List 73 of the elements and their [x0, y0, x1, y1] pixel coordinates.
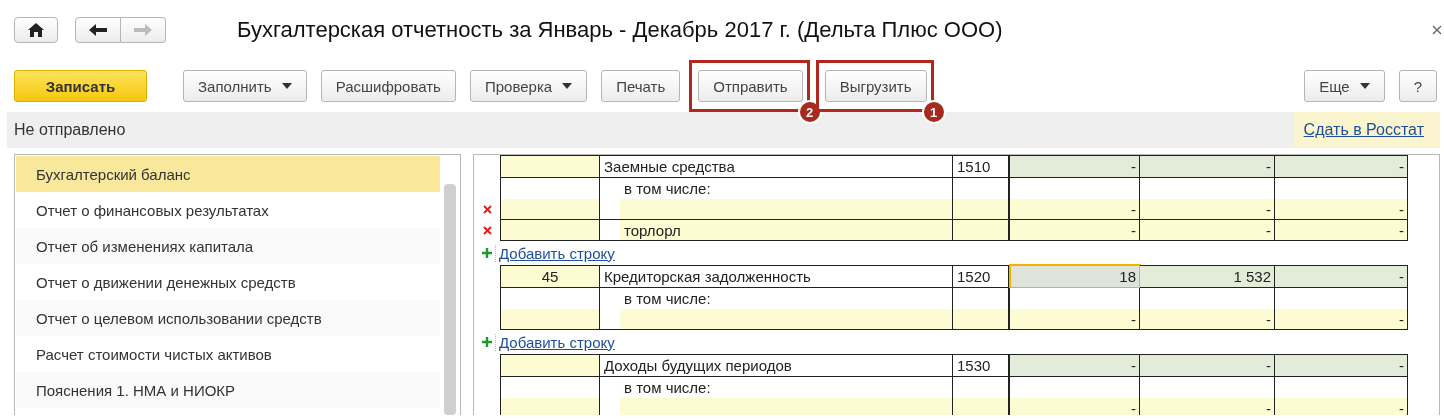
- value-cell[interactable]: -: [1275, 265, 1408, 288]
- code-cell: 1520: [953, 265, 1010, 288]
- value-cell[interactable]: -: [1140, 377, 1275, 415]
- row-number-cell[interactable]: 45: [500, 265, 600, 288]
- value-cell[interactable]: -: [1140, 155, 1275, 178]
- indicator-name-cell[interactable]: торлорл: [600, 220, 953, 241]
- delete-icon[interactable]: [482, 226, 492, 235]
- delete-icon[interactable]: [482, 205, 492, 214]
- indicator-name-cell[interactable]: в том числе:: [600, 178, 953, 220]
- home-icon: [28, 23, 44, 37]
- value-cell[interactable]: -: [1140, 288, 1275, 330]
- value-cell[interactable]: -: [1275, 288, 1408, 330]
- row-number-cell[interactable]: [500, 288, 600, 330]
- back-button[interactable]: [75, 17, 121, 43]
- dropdown-button[interactable]: Заполнить: [183, 70, 307, 102]
- window-title: Бухгалтерская отчетность за Январь - Декабрь 2017 г. (Дельта Плюс ООО): [237, 17, 1003, 43]
- save-button[interactable]: Записать: [14, 70, 147, 102]
- back-arrow-icon: [89, 24, 107, 36]
- value-cell[interactable]: -: [1010, 354, 1140, 377]
- value-cell[interactable]: -: [1010, 220, 1140, 241]
- row-number-cell[interactable]: [500, 220, 600, 241]
- dropdown-button[interactable]: Проверка: [469, 70, 588, 102]
- value-cell[interactable]: -: [1140, 354, 1275, 377]
- indicator-name-cell: Заемные средства: [600, 155, 953, 178]
- close-icon[interactable]: [1432, 25, 1442, 35]
- add-row-link[interactable]: Добавить строку: [495, 333, 615, 351]
- value-cell[interactable]: -: [1275, 354, 1408, 377]
- caret-icon: [1359, 83, 1370, 89]
- value-cell[interactable]: -: [1010, 155, 1140, 178]
- caret-icon: [281, 83, 292, 89]
- rosstat-link[interactable]: Сдать в Росстат: [1293, 112, 1440, 148]
- code-cell[interactable]: [953, 377, 1010, 415]
- toolbar-button[interactable]: Отправить: [698, 70, 803, 102]
- report-list-item[interactable]: Отчет об изменениях капитала: [16, 228, 440, 264]
- caret-icon: [562, 83, 573, 89]
- add-row-link[interactable]: Добавить строку: [495, 244, 615, 262]
- value-cell[interactable]: 1 532: [1140, 265, 1275, 288]
- home-button[interactable]: [14, 17, 58, 43]
- value-cell[interactable]: -: [1010, 377, 1140, 415]
- row-number-cell[interactable]: [500, 354, 600, 377]
- code-cell[interactable]: [953, 220, 1010, 241]
- code-cell[interactable]: [953, 178, 1010, 220]
- indicator-name-cell: Доходы будущих периодов: [600, 354, 953, 377]
- indicator-name-cell[interactable]: в том числе:: [600, 288, 953, 330]
- value-cell[interactable]: -: [1140, 220, 1275, 241]
- row-number-cell[interactable]: [500, 178, 600, 220]
- callout-badge: 1: [921, 100, 946, 124]
- row-number-cell[interactable]: [500, 155, 600, 178]
- toolbar-button[interactable]: ?: [1398, 70, 1437, 102]
- plus-icon[interactable]: [482, 248, 492, 258]
- value-cell[interactable]: -: [1275, 178, 1408, 220]
- report-list-item[interactable]: Отчет о целевом использовании средств: [16, 300, 440, 336]
- report-list-item[interactable]: Пояснения 1. НМА и НИОКР: [16, 372, 440, 408]
- value-cell[interactable]: -: [1010, 288, 1140, 330]
- value-cell[interactable]: -: [1275, 155, 1408, 178]
- dropdown-button[interactable]: Еще: [1304, 70, 1385, 102]
- toolbar-button[interactable]: Расшифровать: [320, 70, 456, 102]
- status-text: Не отправлено: [13, 120, 127, 140]
- row-number-cell[interactable]: [500, 377, 600, 415]
- code-cell: 1530: [953, 354, 1010, 377]
- code-cell[interactable]: [953, 288, 1010, 330]
- value-cell[interactable]: -: [1140, 178, 1275, 220]
- forward-arrow-icon: [134, 24, 152, 36]
- report-list-item[interactable]: Бухгалтерский баланс: [16, 156, 440, 192]
- toolbar-button[interactable]: Выгрузить: [824, 70, 927, 102]
- value-cell[interactable]: -: [1275, 220, 1408, 241]
- code-cell: 1510: [953, 155, 1010, 178]
- value-cell[interactable]: -: [1275, 377, 1408, 415]
- plus-icon[interactable]: [482, 337, 492, 347]
- indicator-name-cell: Кредиторская задолженность: [600, 265, 953, 288]
- value-cell[interactable]: -: [1010, 178, 1140, 220]
- value-cell[interactable]: 18: [1010, 265, 1140, 288]
- toolbar-button[interactable]: Печать: [601, 70, 681, 102]
